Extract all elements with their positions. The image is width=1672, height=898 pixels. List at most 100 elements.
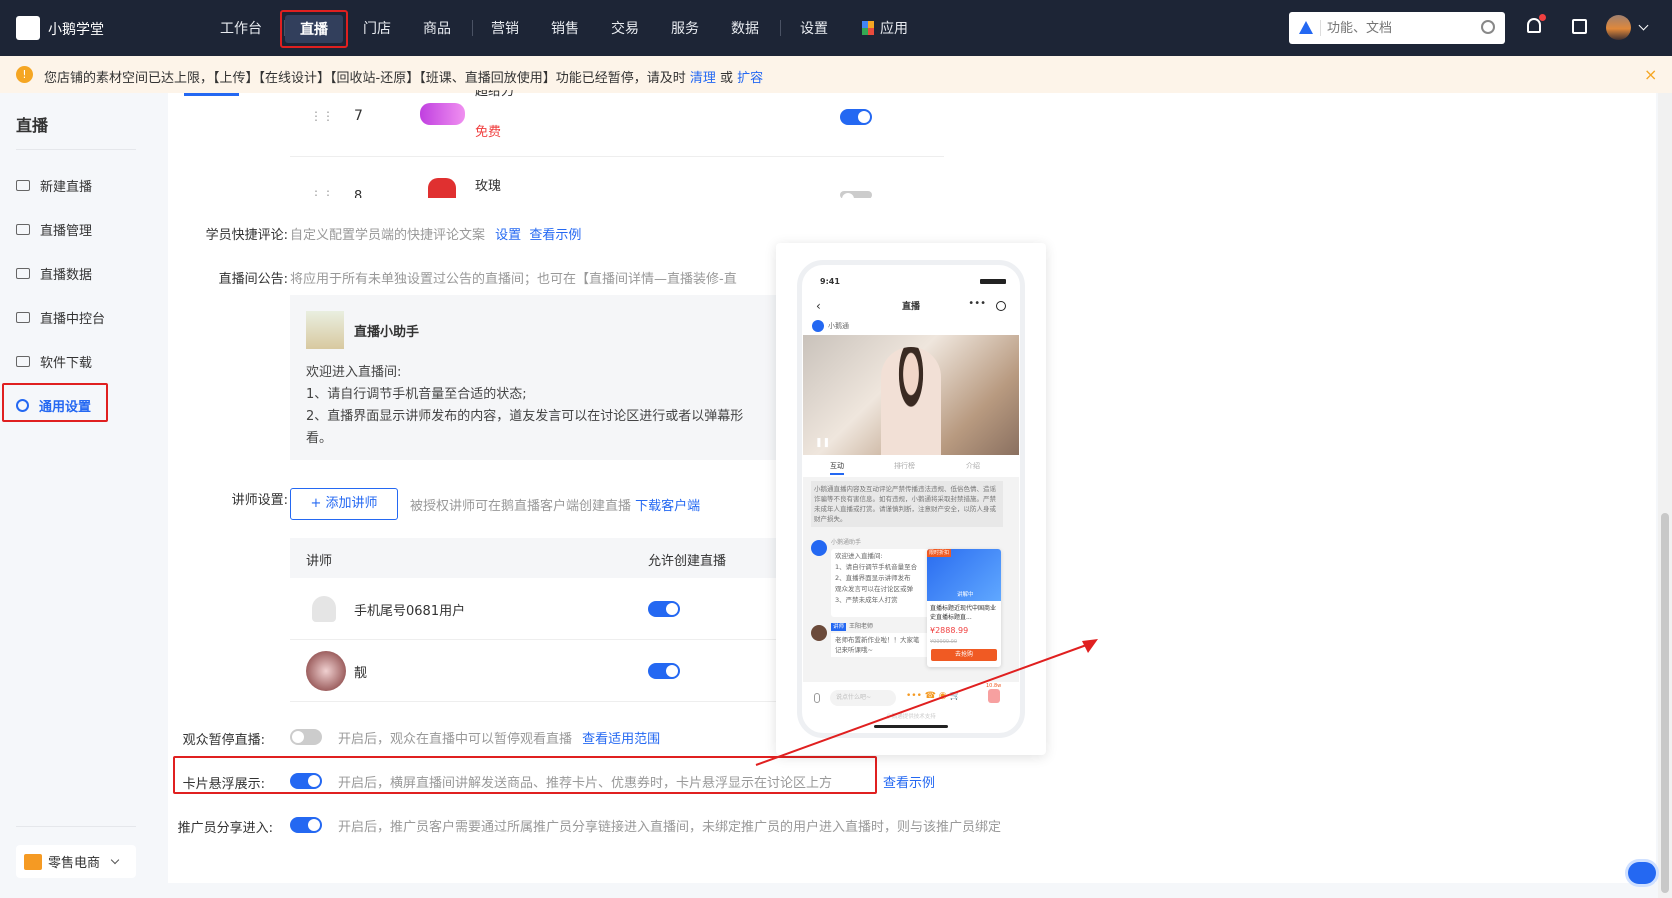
nav-goods[interactable]: 商品 — [423, 18, 451, 38]
search-icon[interactable] — [1481, 20, 1495, 34]
highlight-box — [2, 383, 108, 422]
message-line: 1、请自行调节手机音量至合 — [835, 563, 918, 571]
table-row: 靓 — [290, 640, 790, 702]
nav-service[interactable]: 服务 — [671, 18, 699, 38]
announcement-line: 1、请自行调节手机音量至合适的状态; — [306, 387, 527, 402]
business-switcher[interactable]: 零售电商 — [16, 845, 136, 878]
card-float-toggle[interactable] — [290, 773, 322, 789]
assistant-name: 直播小助手 — [354, 325, 420, 340]
brand-logo[interactable] — [16, 16, 40, 40]
chevron-down-icon[interactable] — [1638, 20, 1649, 31]
chevron-down-icon — [110, 855, 120, 865]
nav-sales[interactable]: 销售 — [551, 18, 579, 38]
nav-data[interactable]: 数据 — [731, 18, 759, 38]
sidebar: 直播 新建直播 直播管理 直播数据 直播中控台 软件下载 通用设置 零售电商 — [0, 93, 167, 898]
gift-index: 7 — [354, 108, 363, 124]
sidebar-item-label: 直播中控台 — [40, 311, 106, 327]
tab-indicator — [830, 473, 844, 475]
sidebar-item-new-live[interactable]: 新建直播 — [16, 175, 92, 195]
sidebar-item-live-manage[interactable]: 直播管理 — [16, 219, 92, 239]
quick-comment-settings-link[interactable]: 设置 — [495, 228, 521, 243]
cart-icon — [24, 853, 42, 870]
teacher-tag: 讲师 — [831, 623, 847, 631]
message-line: 欢迎进入直播间: — [835, 552, 883, 560]
announcement-line: 欢迎进入直播间: — [306, 365, 402, 380]
announcement-label: 直播间公告: — [218, 272, 288, 287]
scrollbar-thumb[interactable] — [1661, 513, 1669, 893]
nav-divider — [780, 20, 781, 36]
promoter-toggle[interactable] — [290, 817, 322, 833]
monitor-icon — [16, 311, 30, 323]
nav-settings[interactable]: 设置 — [800, 18, 828, 38]
nav-workbench[interactable]: 工作台 — [220, 18, 262, 38]
gift-image — [420, 103, 465, 125]
warning-icon: ! — [16, 66, 33, 83]
pause-scope-link[interactable]: 查看适用范围 — [582, 732, 660, 747]
store-icon[interactable] — [1572, 19, 1587, 34]
divider — [290, 156, 944, 157]
download-client-link[interactable]: 下载客户端 — [635, 499, 700, 514]
screen-icon — [16, 223, 30, 235]
card-float-desc: 开启后，横屏直播间讲解发送商品、推荐卡片、优惠券时，卡片悬浮显示在讨论区上方 — [338, 776, 833, 791]
search-box[interactable] — [1289, 12, 1505, 44]
scrollbar[interactable] — [1658, 93, 1672, 898]
phone-title: 直播 — [901, 302, 920, 312]
sidebar-item-label: 直播数据 — [40, 267, 93, 283]
storage-warning-banner: ! 您店铺的素材空间已达上限，【上传】【在线设计】【回收站-还原】【班课、直播回… — [0, 56, 1672, 93]
drag-handle-icon[interactable]: ⋮⋮ — [310, 188, 334, 198]
sidebar-title: 直播 — [16, 116, 49, 135]
drag-handle-icon[interactable]: ⋮⋮ — [310, 109, 334, 123]
nav-marketing[interactable]: 营销 — [491, 18, 519, 38]
assistant-bot-icon[interactable] — [1628, 862, 1656, 884]
brand-name: 小鹅学堂 — [48, 22, 104, 38]
row-clip — [168, 198, 1656, 199]
nav-trade[interactable]: 交易 — [611, 18, 639, 38]
divider — [16, 149, 136, 150]
expand-link[interactable]: 扩容 — [737, 71, 763, 86]
pause-toggle[interactable] — [290, 729, 322, 745]
announcement-line: 看。 — [306, 431, 333, 446]
announcement-preview: 直播小助手 欢迎进入直播间: 1、请自行调节手机音量至合适的状态; 2、直播界面… — [290, 295, 790, 460]
cleanup-link[interactable]: 清理 — [690, 71, 716, 86]
sidebar-item-live-data[interactable]: 直播数据 — [16, 263, 92, 283]
nav-store[interactable]: 门店 — [363, 18, 391, 38]
sidebar-item-live-console[interactable]: 直播中控台 — [16, 307, 105, 327]
business-label: 零售电商 — [48, 856, 101, 871]
search-divider — [1320, 20, 1321, 36]
nav-live-active[interactable]: 直播 — [280, 10, 348, 48]
message-line: 观众发言可以在讨论区或弹 — [835, 585, 913, 593]
chart-icon — [16, 267, 30, 279]
allow-create-toggle[interactable] — [648, 663, 680, 679]
nav-apps[interactable]: 应用 — [880, 18, 908, 38]
or-text: 或 — [720, 71, 734, 86]
pause-icon: ❚❚ — [815, 438, 831, 448]
tab-ranking: 排行榜 — [894, 462, 915, 470]
gift-toggle[interactable] — [840, 109, 872, 125]
tab-intro: 介绍 — [966, 462, 980, 470]
apps-icon[interactable] — [862, 21, 874, 35]
card-float-example-link[interactable]: 查看示例 — [883, 772, 935, 791]
search-logo-icon — [1299, 21, 1313, 34]
add-lecturer-button[interactable]: + 添加讲师 — [290, 488, 398, 520]
quick-comment-label: 学员快捷评论: — [205, 228, 288, 243]
avatar[interactable] — [1606, 15, 1631, 40]
notification-dot — [1539, 14, 1546, 21]
quick-comment-example-link[interactable]: 查看示例 — [529, 228, 581, 243]
product-title: 直播标题近现代中国商业史直播标题直... — [930, 605, 997, 621]
lecturer-name: 靓 — [354, 666, 368, 681]
download-icon — [16, 355, 30, 367]
close-icon[interactable]: × — [1644, 65, 1657, 84]
pause-label: 观众暂停直播: — [182, 733, 265, 748]
search-input[interactable] — [1327, 18, 1467, 38]
nav-live[interactable]: 直播 — [285, 15, 343, 43]
bell-icon[interactable] — [1527, 18, 1541, 33]
message-line: 3、严禁未成年人打赏 — [835, 596, 898, 604]
top-navbar: 小鹅学堂 工作台 直播 门店 商品 营销 销售 交易 服务 数据 设置 应用 — [0, 0, 1672, 56]
announcement-line: 2、直播界面显示讲师发布的内容，道友发言可以在讨论区进行或者以弹幕形 — [306, 409, 744, 424]
main-content: ⋮⋮ 7 超给力 免费 ⋮⋮ 8 玫瑰 学员快捷评论: 自定义配置学员端的快捷评… — [168, 90, 1656, 883]
lecturer-label: 讲师设置: — [231, 493, 288, 508]
avatar — [306, 651, 346, 691]
allow-create-toggle[interactable] — [648, 601, 680, 617]
gift-price: 免费 — [475, 125, 502, 140]
sidebar-item-download[interactable]: 软件下载 — [16, 351, 92, 371]
